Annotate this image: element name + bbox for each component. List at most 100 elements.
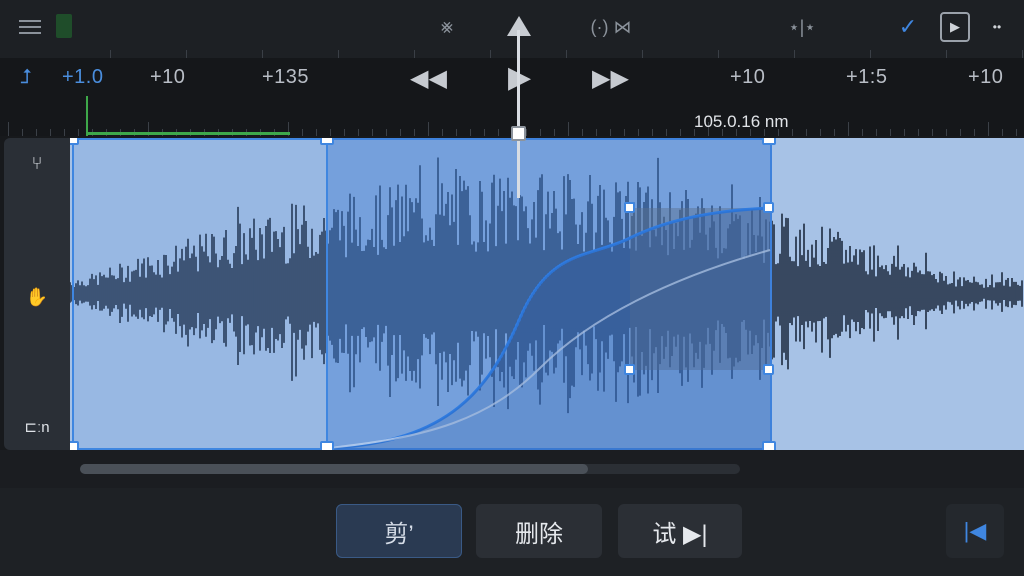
collapse-icon[interactable]: ⨳ <box>430 10 464 44</box>
scrollbar-thumb[interactable] <box>80 464 588 474</box>
ruler-tick <box>946 129 947 136</box>
ruler-tick <box>890 129 891 136</box>
ruler-tick <box>904 129 905 136</box>
loop-icon[interactable]: (·) ⋈ <box>576 10 646 44</box>
ruler-tick <box>526 129 527 136</box>
ruler-tick <box>110 50 111 58</box>
ruler-tick <box>960 129 961 136</box>
selection-handle-inner-bottom[interactable] <box>320 441 334 450</box>
track-color-chip[interactable] <box>56 14 72 38</box>
ruler-tick <box>484 129 485 136</box>
ruler-tick <box>186 50 187 58</box>
ruler-tick <box>428 122 429 136</box>
fade-handle-top-right[interactable] <box>763 202 774 213</box>
audio-editor: ⨳ (·) ⋈ ⋆|⋆ ✓ ▶ •• ⮥ +1.0 +10 +135 +10 +… <box>0 0 1024 576</box>
ruler-tick <box>414 129 415 136</box>
ruler-tick <box>470 129 471 136</box>
ruler-tick <box>540 129 541 136</box>
fade-handle-bottom-left[interactable] <box>624 364 635 375</box>
selection-handle-top-right[interactable] <box>762 138 776 145</box>
ruler-tick <box>820 129 821 136</box>
delete-button[interactable]: 删除 <box>476 504 602 558</box>
ruler-tick <box>302 129 303 136</box>
playhead-handle[interactable] <box>511 126 526 141</box>
ruler-tick <box>262 50 263 58</box>
ruler-tick <box>316 129 317 136</box>
selection-handle-bottom-right[interactable] <box>762 441 776 450</box>
cut-button[interactable]: 剪’ <box>336 504 462 558</box>
ruler-tick <box>490 50 491 58</box>
ruler-tick <box>848 122 849 136</box>
timeline-scroll-area <box>0 450 1024 488</box>
timeline-label: +10 <box>730 66 766 88</box>
ruler-tick <box>610 129 611 136</box>
timeline-label: +1.0 <box>62 66 104 88</box>
ruler-tick <box>624 129 625 136</box>
ruler-tick <box>8 122 9 136</box>
ruler-tick <box>22 129 23 136</box>
branch-tool-icon[interactable]: ⑂ <box>20 146 54 180</box>
ruler-tick <box>344 129 345 136</box>
timeline-label: +135 <box>262 66 310 88</box>
ruler-tick <box>78 129 79 136</box>
menu-icon[interactable] <box>14 10 46 44</box>
ruler-tick <box>876 129 877 136</box>
ruler-tick <box>568 122 569 136</box>
selection-handle-top-left[interactable] <box>70 138 79 145</box>
selection-handle-inner-top[interactable] <box>320 138 334 145</box>
timeline-label: +10 <box>150 66 186 88</box>
split-icon[interactable]: ⋆|⋆ <box>782 10 822 44</box>
ruler-tick <box>566 50 567 58</box>
audio-track[interactable] <box>70 138 1024 450</box>
ruler-tick <box>582 129 583 136</box>
ruler-tick <box>932 129 933 136</box>
ruler-tick <box>642 50 643 58</box>
playhead-line[interactable] <box>517 30 520 198</box>
ruler-tick <box>498 129 499 136</box>
ruler-tick <box>554 129 555 136</box>
in-range-bar <box>86 132 290 135</box>
ruler-tick <box>456 129 457 136</box>
check-icon[interactable]: ✓ <box>894 10 922 44</box>
snap-icon[interactable]: ⮥ <box>20 66 32 89</box>
ruler-tick <box>338 50 339 58</box>
rewind-icon[interactable]: ◀◀ <box>410 64 447 93</box>
ruler-tick <box>794 50 795 58</box>
ruler-tick <box>50 129 51 136</box>
ruler-tick <box>64 129 65 136</box>
ruler-tick <box>358 129 359 136</box>
ruler-tick <box>946 50 947 58</box>
fade-handle-top-left[interactable] <box>624 202 635 213</box>
ruler-tick <box>372 129 373 136</box>
time-readout: 105.0.16 nm <box>694 112 789 131</box>
preview-button[interactable]: 试 ▶| <box>618 504 742 558</box>
fade-curve[interactable] <box>70 138 1024 450</box>
fast-forward-icon[interactable]: ▶▶ <box>592 64 629 93</box>
fade-handle-bottom-right[interactable] <box>763 364 774 375</box>
ruler-tick <box>870 50 871 58</box>
go-to-start-button[interactable]: |◀ <box>946 504 1004 558</box>
ruler-tick <box>386 129 387 136</box>
ruler-tick <box>596 129 597 136</box>
ruler-tick <box>1022 50 1023 58</box>
clip-tool-icon[interactable]: ⊏ːn <box>20 410 54 444</box>
play-square-icon[interactable]: ▶ <box>940 12 970 42</box>
selection-handle-bottom-left[interactable] <box>70 441 79 450</box>
ruler-tick <box>862 129 863 136</box>
more-icon[interactable]: •• <box>982 10 1012 44</box>
in-marker[interactable] <box>86 96 88 136</box>
ruler-tick <box>400 129 401 136</box>
timeline-header[interactable]: ⮥ +1.0 +10 +135 +10 +1:5 +10 ◀◀ ▶ ▶▶ 105… <box>0 58 1024 136</box>
ruler-tick <box>680 129 681 136</box>
track-tools-panel: ⑂ ✋ ⊏ːn <box>4 138 70 450</box>
ruler-tick <box>918 129 919 136</box>
ruler-tick <box>1016 129 1017 136</box>
bottom-action-bar: 剪’ 删除 试 ▶| |◀ <box>0 488 1024 576</box>
timeline-label: +1:5 <box>846 66 888 88</box>
ruler-tick <box>806 129 807 136</box>
ruler-tick <box>792 129 793 136</box>
timeline-label: +10 <box>968 66 1004 88</box>
hand-tool-icon[interactable]: ✋ <box>20 280 54 314</box>
ruler-tick <box>330 129 331 136</box>
ruler-tick <box>442 129 443 136</box>
